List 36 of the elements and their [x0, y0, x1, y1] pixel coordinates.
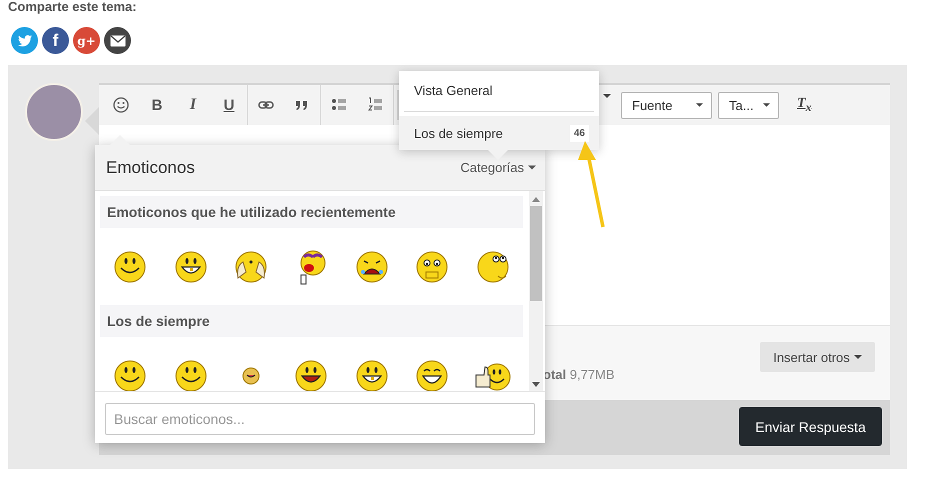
category-item[interactable]: Vista General — [399, 73, 599, 108]
caret-icon — [528, 165, 536, 170]
envelope-icon — [110, 34, 126, 46]
clear-format-button[interactable]: T$_{x}$ — [797, 96, 812, 114]
bold-button[interactable]: B — [139, 85, 175, 125]
share-title: Comparte este tema: — [7, 0, 138, 14]
submit-reply-button[interactable]: Enviar Respuesta — [739, 407, 882, 446]
categories-button[interactable]: Categorías — [460, 160, 536, 175]
category-label: Los de siempre — [414, 126, 503, 140]
email-share-button[interactable] — [104, 27, 131, 54]
category-item[interactable]: Los de siempre 46 — [399, 116, 599, 150]
google-plus-share-button[interactable]: g+ — [73, 27, 100, 54]
insert-other-button[interactable]: Insertar otros — [760, 342, 875, 372]
category-label: Vista General — [414, 83, 493, 98]
scroll-down-icon[interactable] — [532, 382, 540, 387]
smiley-icon[interactable] — [113, 97, 129, 113]
section-heading: Los de siempre — [100, 305, 523, 337]
bird-icon — [18, 34, 32, 46]
scroll-up-icon[interactable] — [532, 197, 540, 202]
underline-button[interactable]: U — [211, 85, 247, 125]
format-select[interactable]: Ta... — [718, 92, 779, 118]
bulleted-list-icon[interactable] — [331, 97, 347, 113]
caret-icon — [696, 103, 703, 107]
popup-title: Emoticonos — [106, 158, 195, 178]
twitter-share-button[interactable] — [11, 27, 38, 54]
scrollbar-thumb[interactable] — [530, 206, 542, 301]
caret-icon[interactable] — [603, 94, 611, 98]
emoticon-search-field[interactable]: Buscar emoticonos... — [105, 403, 535, 435]
format-select[interactable]: Fuente — [621, 92, 712, 118]
facebook-share-button[interactable]: f — [42, 27, 69, 54]
section-heading: Emoticonos que he utilizado recientemente — [100, 196, 523, 228]
italic-button[interactable]: I — [175, 85, 211, 125]
numbered-list-icon[interactable] — [367, 97, 383, 113]
caret-icon — [854, 355, 862, 359]
caret-icon — [763, 103, 770, 107]
count-badge: 46 — [570, 124, 589, 142]
